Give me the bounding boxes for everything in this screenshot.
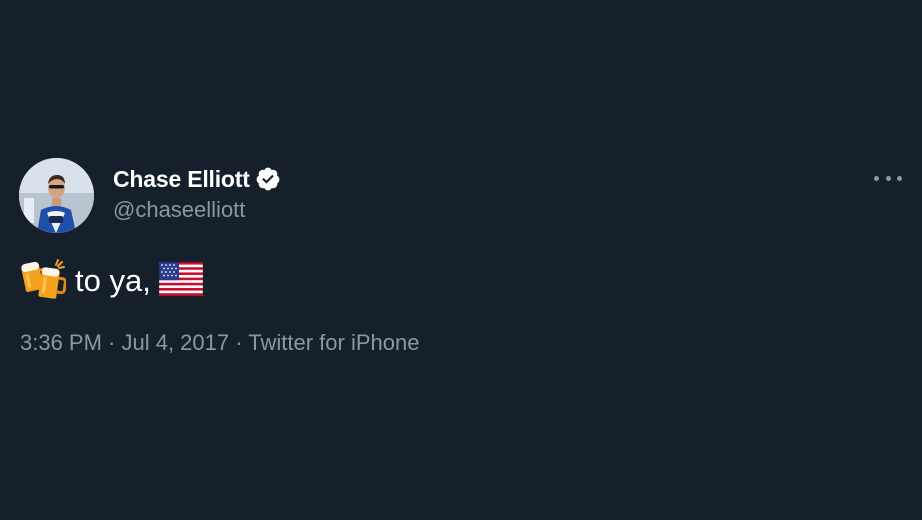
display-name-row: Chase Elliott: [113, 164, 281, 194]
display-name[interactable]: Chase Elliott: [113, 166, 250, 193]
us-flag-emoji: [158, 261, 203, 301]
user-handle[interactable]: @chaseelliott: [113, 197, 245, 223]
tweet-text: to ya,: [75, 263, 151, 298]
avatar-image: [19, 158, 94, 233]
tweet-body: to ya,: [20, 258, 203, 304]
more-dot: [874, 175, 879, 181]
more-options-icon[interactable]: [874, 170, 902, 186]
more-dot: [885, 175, 891, 181]
avatar[interactable]: [19, 158, 94, 233]
more-dot: [897, 175, 902, 181]
verified-badge-icon: [255, 166, 281, 192]
tweet-card: Chase Elliott @chaseelliott to ya, 3:36 …: [0, 0, 922, 520]
beer-mugs-emoji: [20, 256, 67, 307]
tweet-metadata[interactable]: 3:36 PM · Jul 4, 2017 · Twitter for iPho…: [20, 330, 419, 356]
